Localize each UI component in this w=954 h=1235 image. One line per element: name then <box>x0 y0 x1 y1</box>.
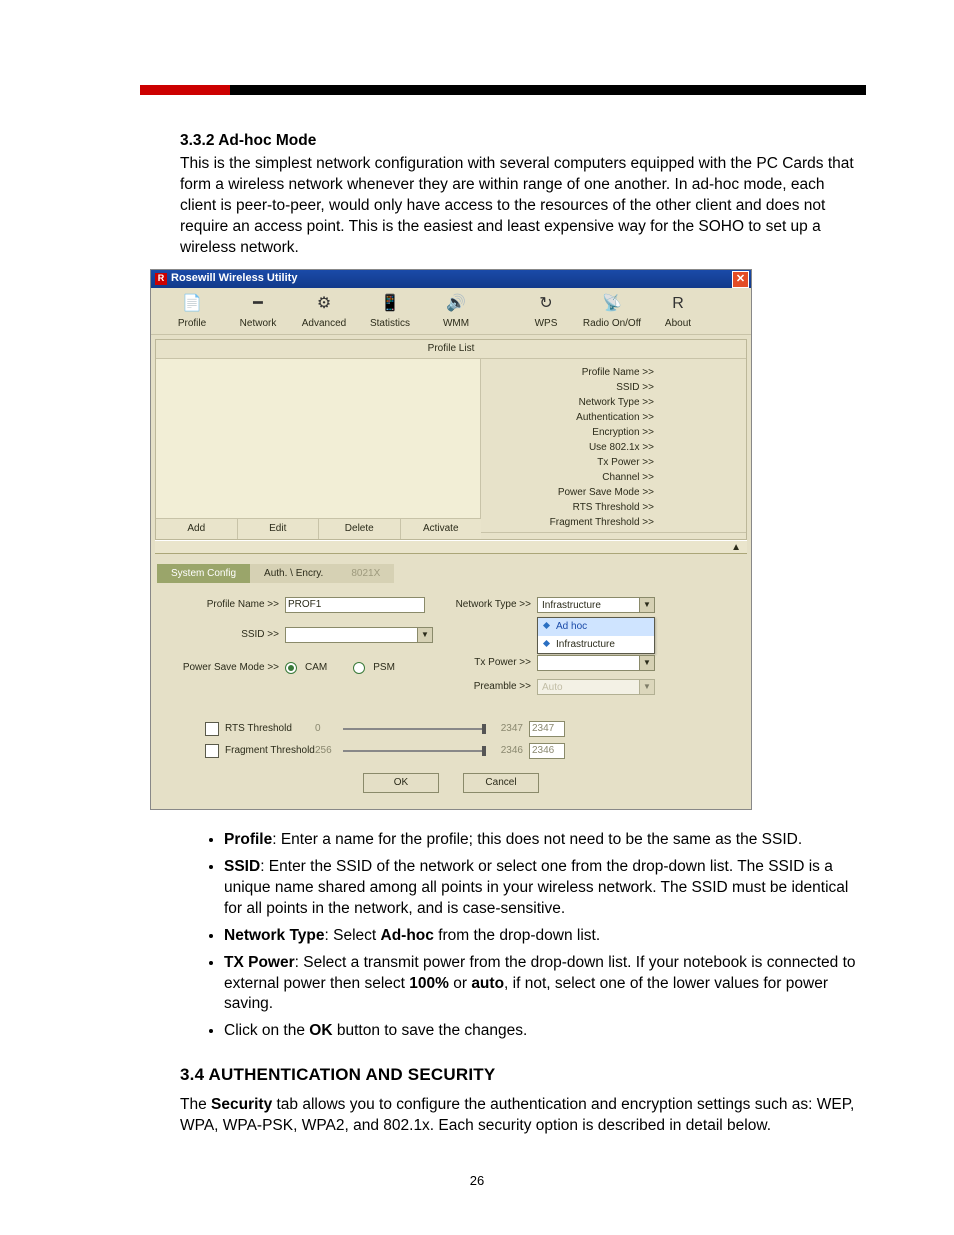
info-row: Channel >> <box>487 470 740 485</box>
ssid-select[interactable]: ▼ <box>285 627 433 643</box>
toolbar-icon: ⚙ <box>313 294 335 314</box>
page-number: 26 <box>0 1173 954 1188</box>
collapse-toggle[interactable]: ▲ <box>155 540 747 554</box>
dropdown-option[interactable]: Infrastructure <box>538 636 654 654</box>
toolbar-item-statistics[interactable]: 📱Statistics <box>357 294 423 331</box>
rts-slider[interactable] <box>343 728 483 730</box>
window-title: Rosewill Wireless Utility <box>171 271 297 286</box>
fragment-slider[interactable] <box>343 750 483 752</box>
dropdown-option[interactable]: Ad hoc <box>538 618 654 636</box>
toolbar-icon: 📄 <box>181 294 203 314</box>
profile-info: Profile Name >>SSID >>Network Type >>Aut… <box>481 359 746 532</box>
cancel-button[interactable]: Cancel <box>463 773 539 793</box>
close-icon[interactable]: ✕ <box>732 271 749 288</box>
psm-cam-radio[interactable]: CAM <box>285 661 327 675</box>
info-row: Use 802.1x >> <box>487 440 740 455</box>
activate-button[interactable]: Activate <box>401 519 482 539</box>
info-row: Profile Name >> <box>487 365 740 380</box>
edit-button[interactable]: Edit <box>238 519 320 539</box>
list-item: SSID: Enter the SSID of the network or s… <box>224 857 860 920</box>
info-row: Fragment Threshold >> <box>487 515 740 530</box>
system-config-form: Profile Name >> PROF1 SSID >> ▼ Power Sa… <box>151 583 751 809</box>
bullet-icon <box>543 639 550 646</box>
list-item: TX Power: Select a transmit power from t… <box>224 953 860 1016</box>
fragment-checkbox[interactable] <box>205 744 219 758</box>
tx-power-select[interactable]: ▼ <box>537 655 655 671</box>
info-row: Power Save Mode >> <box>487 485 740 500</box>
toolbar: 📄Profile━Network⚙Advanced📱Statistics🔊WMM… <box>151 288 751 336</box>
tab-system-config[interactable]: System Config <box>157 564 250 584</box>
chevron-down-icon: ▼ <box>639 679 655 695</box>
toolbar-icon: 🔊 <box>445 294 467 314</box>
tab-auth-encry[interactable]: Auth. \ Encry. <box>250 564 337 584</box>
section-34-heading: 3.4 AUTHENTICATION AND SECURITY <box>180 1064 860 1087</box>
instruction-list: Profile: Enter a name for the profile; t… <box>180 830 860 1042</box>
info-row: Network Type >> <box>487 395 740 410</box>
rts-threshold-row: RTS Threshold 0 2347 2347 <box>205 721 741 737</box>
toolbar-item-advanced[interactable]: ⚙Advanced <box>291 294 357 331</box>
section-332-heading: 3.3.2 Ad-hoc Mode <box>180 131 860 152</box>
delete-button[interactable]: Delete <box>319 519 401 539</box>
add-button[interactable]: Add <box>156 519 238 539</box>
toolbar-item-wmm[interactable]: 🔊WMM <box>423 294 489 331</box>
rts-input[interactable]: 2347 <box>529 721 565 737</box>
network-type-dropdown[interactable]: Ad hocInfrastructure <box>537 617 655 654</box>
info-row: Tx Power >> <box>487 455 740 470</box>
profile-list-panel: Profile List AddEditDeleteActivate Profi… <box>155 339 747 540</box>
utility-window: R Rosewill Wireless Utility ✕ 📄Profile━N… <box>150 269 752 811</box>
section-332-body: This is the simplest network configurati… <box>180 154 860 259</box>
rts-checkbox[interactable] <box>205 722 219 736</box>
toolbar-item-profile[interactable]: 📄Profile <box>159 294 225 331</box>
fragment-threshold-row: Fragment Threshold 256 2346 2346 <box>205 743 741 759</box>
profile-list-header: Profile List <box>156 340 746 359</box>
tx-power-label: Tx Power >> <box>441 656 537 670</box>
toolbar-icon: 📱 <box>379 294 401 314</box>
toolbar-item-radio-on-off[interactable]: 📡Radio On/Off <box>579 294 645 331</box>
info-row: RTS Threshold >> <box>487 500 740 515</box>
ssid-label: SSID >> <box>161 628 285 642</box>
chevron-down-icon: ▼ <box>417 627 433 643</box>
list-item: Profile: Enter a name for the profile; t… <box>224 830 860 851</box>
toolbar-item-about[interactable]: RAbout <box>645 294 711 331</box>
fragment-input[interactable]: 2346 <box>529 743 565 759</box>
section-34-body: The Security tab allows you to configure… <box>180 1095 860 1137</box>
preamble-select: Auto ▼ <box>537 679 655 695</box>
ok-button[interactable]: OK <box>363 773 439 793</box>
info-row: Authentication >> <box>487 410 740 425</box>
info-row: Encryption >> <box>487 425 740 440</box>
toolbar-icon: R <box>667 294 689 314</box>
profile-actions: AddEditDeleteActivate <box>156 518 481 539</box>
preamble-label: Preamble >> <box>441 680 537 694</box>
toolbar-icon: ↻ <box>535 294 557 314</box>
header-rule <box>0 85 954 95</box>
network-type-label: Network Type >> <box>441 598 537 612</box>
psm-label: Power Save Mode >> <box>161 661 285 675</box>
toolbar-item-wps[interactable]: ↻WPS <box>513 294 579 331</box>
list-item: Network Type: Select Ad-hoc from the dro… <box>224 926 860 947</box>
profile-name-label: Profile Name >> <box>161 598 285 612</box>
toolbar-icon: ━ <box>247 294 269 314</box>
chevron-down-icon: ▼ <box>639 655 655 671</box>
titlebar[interactable]: R Rosewill Wireless Utility ✕ <box>151 270 751 288</box>
bullet-icon <box>543 622 550 629</box>
toolbar-item-network[interactable]: ━Network <box>225 294 291 331</box>
config-tabs: System Config Auth. \ Encry. 8021X <box>157 564 751 584</box>
list-item: Click on the OK button to save the chang… <box>224 1021 860 1042</box>
profile-list[interactable] <box>156 359 481 519</box>
chevron-down-icon: ▼ <box>639 597 655 613</box>
network-type-select[interactable]: Infrastructure ▼ <box>537 597 655 613</box>
app-icon: R <box>155 273 167 285</box>
psm-psm-radio[interactable]: PSM <box>353 661 395 675</box>
tab-8021x[interactable]: 8021X <box>337 564 394 584</box>
toolbar-icon: 📡 <box>601 294 623 314</box>
info-row: SSID >> <box>487 380 740 395</box>
profile-name-input[interactable]: PROF1 <box>285 597 425 613</box>
